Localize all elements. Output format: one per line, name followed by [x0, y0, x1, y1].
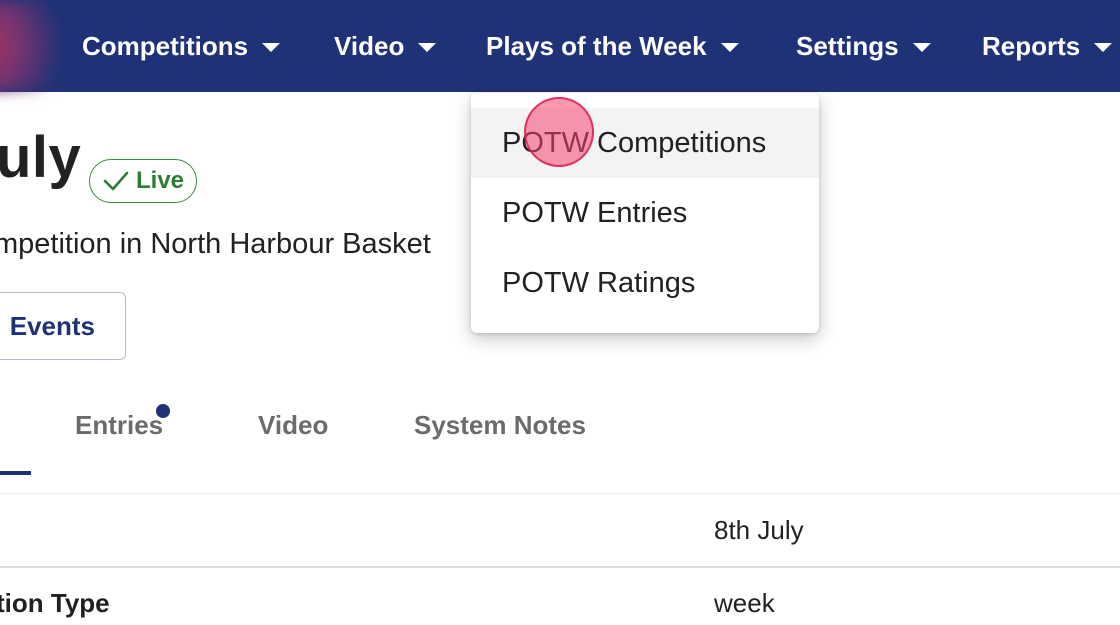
chevron-down-icon: [262, 42, 281, 52]
detail-value-date: 8th July: [714, 515, 804, 545]
nav-video-label: Video: [334, 30, 405, 61]
nav-competitions-label: Competitions: [82, 30, 249, 61]
status-badge: Live: [89, 159, 197, 203]
status-badge-label: Live: [135, 167, 185, 194]
page-subtitle: mpetition in North Harbour Basket: [0, 228, 431, 260]
notification-dot: [156, 404, 170, 418]
detail-value-type: week: [714, 588, 775, 618]
nav-competitions[interactable]: Competitions: [82, 28, 281, 64]
page-title: uly: [0, 125, 82, 190]
tab-system-notes[interactable]: System Notes: [414, 410, 586, 441]
nav-reports[interactable]: Reports: [982, 28, 1113, 64]
menu-item-potw-ratings[interactable]: POTW Ratings: [471, 248, 819, 318]
nav-reports-label: Reports: [982, 30, 1081, 61]
tabs-divider: [0, 493, 1120, 494]
events-button[interactable]: Events: [0, 292, 126, 360]
app-logo[interactable]: [0, 0, 80, 92]
menu-item-potw-entries[interactable]: POTW Entries: [471, 178, 819, 248]
top-nav-bar: Competitions Video Plays of the Week Set…: [0, 0, 1120, 92]
tab-video[interactable]: Video: [258, 410, 328, 441]
chevron-down-icon: [720, 42, 739, 52]
nav-settings-label: Settings: [796, 30, 899, 61]
tab-entries[interactable]: Entries: [75, 410, 163, 441]
chevron-down-icon: [1094, 42, 1113, 52]
menu-item-potw-competitions[interactable]: POTW Competitions: [471, 108, 819, 178]
nav-video[interactable]: Video: [334, 28, 437, 64]
nav-plays-of-the-week-label: Plays of the Week: [486, 30, 707, 61]
nav-plays-of-the-week[interactable]: Plays of the Week: [486, 28, 739, 64]
row-divider: [0, 566, 1120, 568]
active-tab-indicator: [0, 471, 31, 475]
click-indicator: [524, 97, 594, 167]
chevron-down-icon: [418, 42, 437, 52]
detail-label-competition-type: tion Type: [0, 588, 110, 618]
chevron-down-icon: [912, 42, 931, 52]
check-icon: [103, 171, 129, 191]
nav-settings[interactable]: Settings: [796, 28, 931, 64]
events-button-label: Events: [9, 310, 95, 341]
